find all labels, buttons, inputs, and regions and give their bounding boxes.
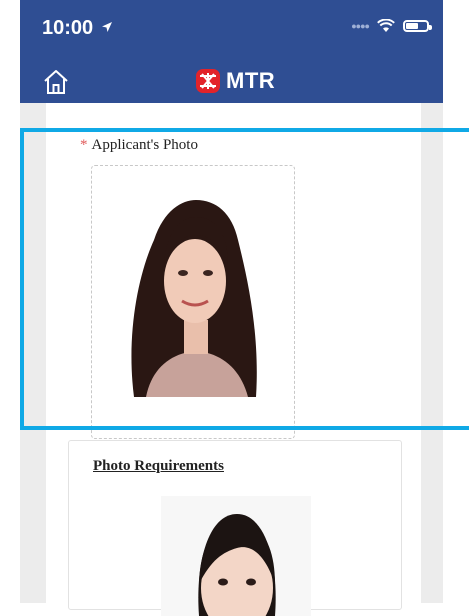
- home-icon[interactable]: [42, 68, 70, 96]
- photo-section-highlight: [20, 128, 469, 430]
- sample-photo: [161, 496, 311, 616]
- wifi-icon: [377, 19, 395, 32]
- location-arrow-icon: [101, 22, 112, 32]
- sample-photo-image: [161, 496, 311, 616]
- photo-requirements-title: Photo Requirements: [93, 458, 224, 474]
- battery-icon: [403, 20, 432, 32]
- mtr-brand: MTR: [196, 68, 275, 94]
- brand-name: MTR: [226, 68, 276, 93]
- signal-dots: ●●●●: [351, 21, 370, 31]
- status-icons: ●●●●: [351, 19, 432, 33]
- status-time-text: 10:00: [42, 17, 94, 39]
- app-header: 10:00 ●●●● MTR: [20, 0, 443, 103]
- photo-requirements-card: Photo Requirements: [68, 440, 402, 616]
- mtr-logo-icon: [196, 69, 220, 93]
- status-time: 10:00: [42, 17, 113, 40]
